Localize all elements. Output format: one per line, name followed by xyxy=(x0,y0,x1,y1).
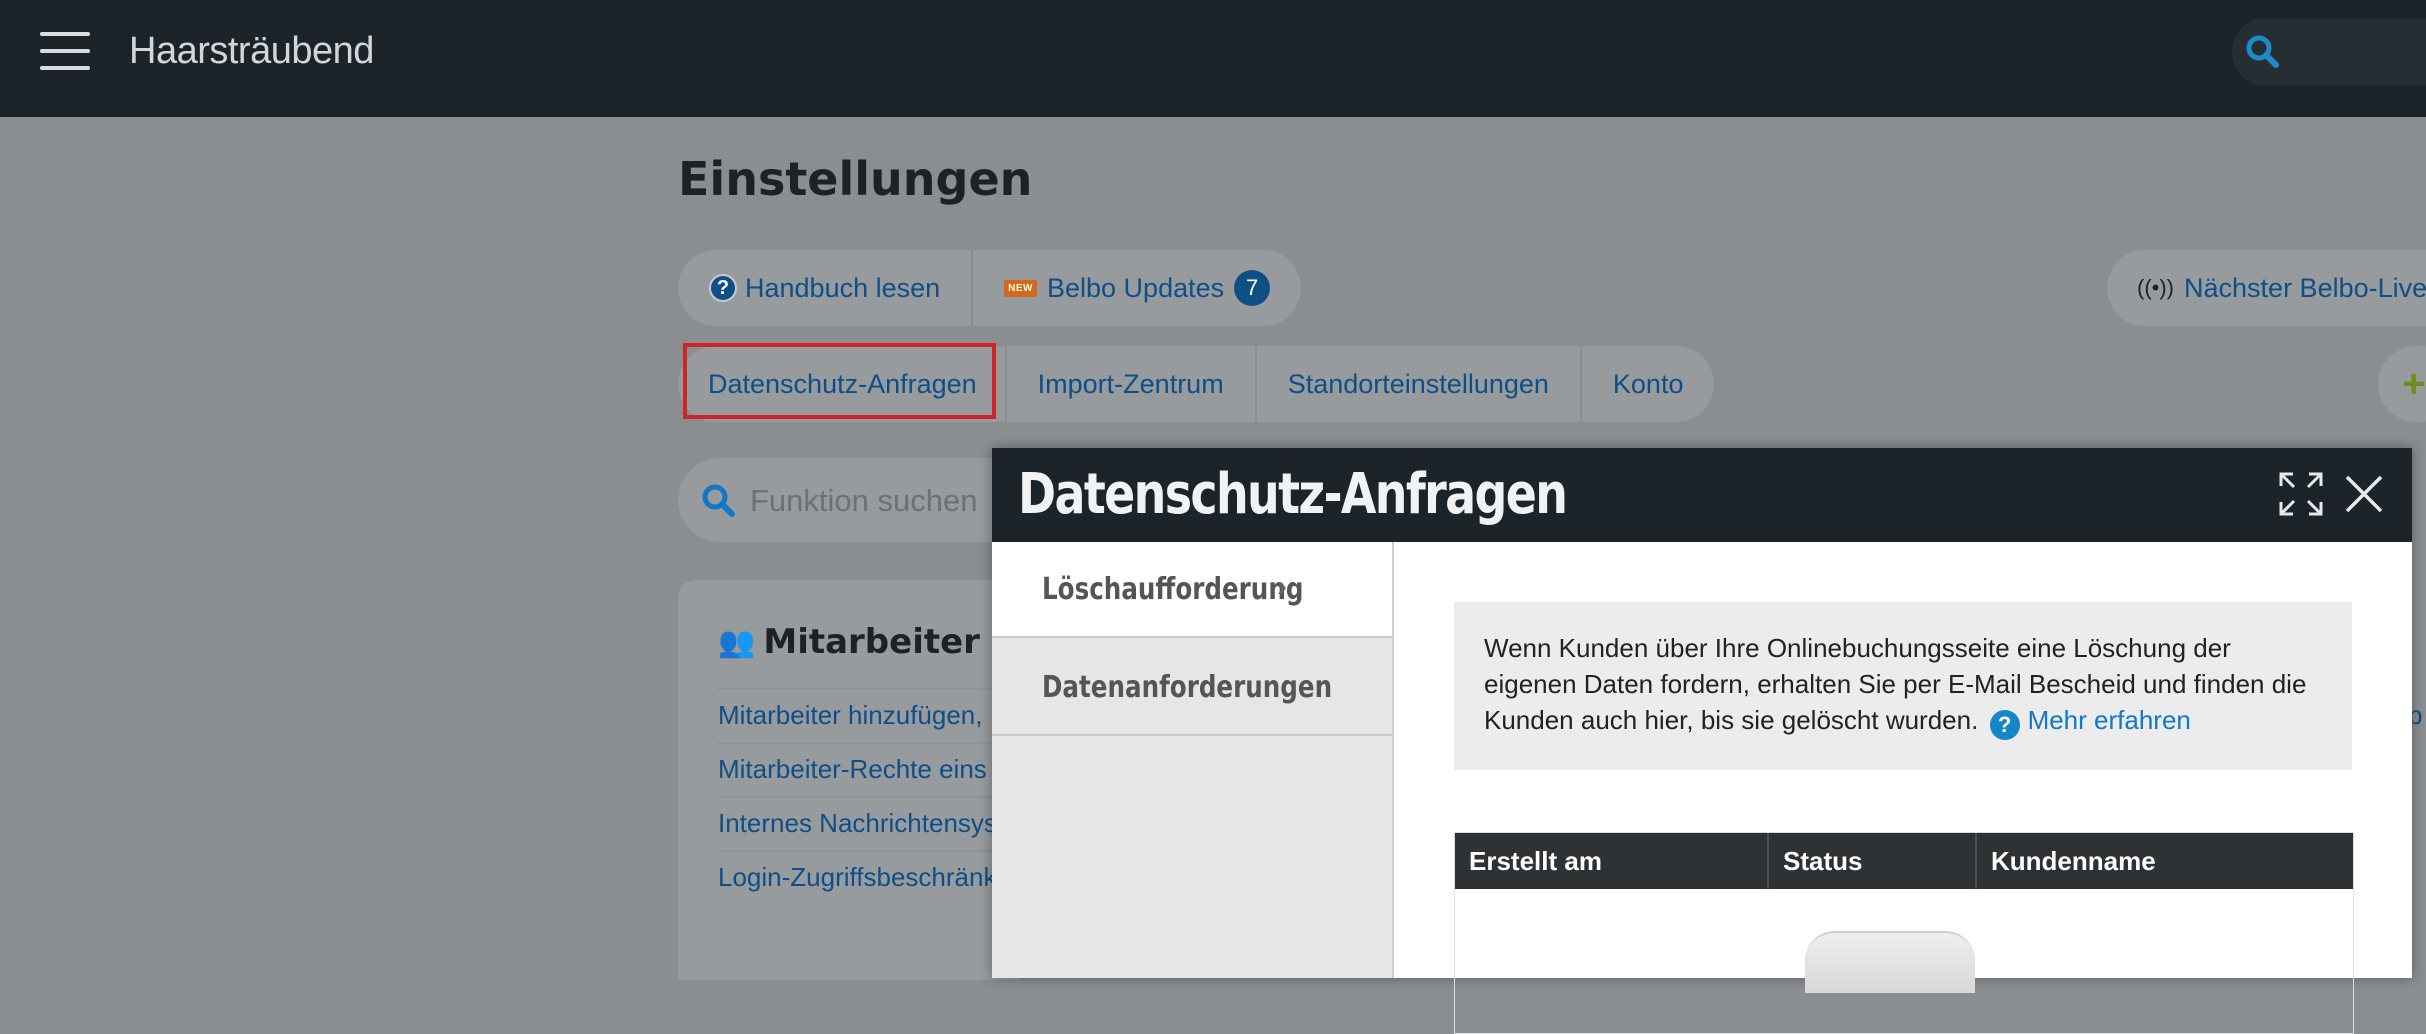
column-header-status[interactable]: Status xyxy=(1769,833,1977,889)
new-icon: NEW xyxy=(1004,279,1037,297)
staff-card-title-label: Mitarbeiter xyxy=(763,622,980,662)
staff-link[interactable]: Mitarbeiter hinzufügen, xyxy=(718,688,1018,731)
updates-link[interactable]: NEW Belbo Updates 7 xyxy=(973,250,1301,326)
function-search[interactable] xyxy=(678,458,1018,542)
close-icon[interactable] xyxy=(2340,470,2388,518)
settings-tabs: Datenschutz-Anfragen Import-Zentrum Stan… xyxy=(678,346,1715,422)
tab-datenschutz[interactable]: Datenschutz-Anfragen xyxy=(678,346,1007,422)
dialog-content: Wenn Kunden über Ihre Onlinebuchungsseit… xyxy=(1394,542,2412,1034)
manual-label: Handbuch lesen xyxy=(745,272,941,303)
help-bar: ? Handbuch lesen NEW Belbo Updates 7 xyxy=(678,250,1302,326)
staff-link[interactable]: Internes Nachrichtensys xyxy=(718,796,1018,839)
top-search-field[interactable] xyxy=(2232,18,2426,86)
sidebar-item-label: Datenanforderungen xyxy=(1042,670,1333,705)
dialog-header: Datenschutz-Anfragen xyxy=(992,448,2412,542)
column-header-created[interactable]: Erstellt am xyxy=(1455,833,1769,889)
app-name: Haarsträubend xyxy=(129,30,374,72)
tab-standort[interactable]: Standorteinstellungen xyxy=(1257,346,1582,422)
dialog-title: Datenschutz-Anfragen xyxy=(1018,462,1568,527)
question-icon: ? xyxy=(709,274,737,302)
table-header: Erstellt am Status Kundenname xyxy=(1455,833,2353,889)
privacy-requests-dialog: Datenschutz-Anfragen Löschaufforderung ›… xyxy=(992,448,2412,1034)
search-icon xyxy=(702,484,735,517)
search-icon xyxy=(2246,35,2279,68)
function-search-input[interactable] xyxy=(748,476,1012,526)
tab-import[interactable]: Import-Zentrum xyxy=(1007,346,1257,422)
live-link[interactable]: ((•)) Nächster Belbo-Lives xyxy=(2107,250,2426,326)
page-title: Einstellungen xyxy=(678,152,1033,206)
plus-icon: + xyxy=(2402,362,2426,406)
sidebar-item-label: Löschaufforderung xyxy=(1042,572,1304,607)
live-bar: ((•)) Nächster Belbo-Lives xyxy=(2107,250,2426,326)
staff-link[interactable]: Mitarbeiter-Rechte eins xyxy=(718,742,1018,785)
manual-link[interactable]: ? Handbuch lesen xyxy=(678,250,974,326)
help-icon[interactable]: ? xyxy=(1989,710,2020,740)
learn-more-link[interactable]: Mehr erfahren xyxy=(2028,705,2191,735)
updates-count-badge: 7 xyxy=(1234,270,1271,306)
staff-card: 👥 Mitarbeiter Mitarbeiter hinzufügen, Mi… xyxy=(678,580,1018,980)
tab-konto[interactable]: Konto xyxy=(1582,346,1715,422)
top-bar: Haarsträubend xyxy=(0,0,2426,117)
info-box: Wenn Kunden über Ihre Onlinebuchungsseit… xyxy=(1454,602,2352,770)
staff-link[interactable]: Login-Zugriffsbeschränk xyxy=(718,850,1018,893)
dialog-sidebar: Löschaufforderung › Datenanforderungen xyxy=(992,542,1394,978)
chevron-right-icon: › xyxy=(1277,570,1287,603)
broadcast-icon: ((•)) xyxy=(2137,275,2175,300)
expand-icon[interactable] xyxy=(2277,470,2325,518)
updates-label: Belbo Updates xyxy=(1047,272,1225,303)
live-label: Nächster Belbo-Lives xyxy=(2184,272,2426,303)
people-icon: 👥 xyxy=(718,624,756,660)
column-header-customer-name[interactable]: Kundenname xyxy=(1977,833,2353,889)
requests-table: Erstellt am Status Kundenname xyxy=(1454,832,2354,1034)
sidebar-item-deletion-requests[interactable]: Löschaufforderung › xyxy=(992,542,1392,638)
empty-state-illustration xyxy=(1805,931,1975,993)
add-button[interactable]: + xyxy=(2378,346,2426,422)
menu-icon[interactable] xyxy=(40,32,90,72)
sidebar-item-data-requests[interactable]: Datenanforderungen xyxy=(992,640,1392,736)
staff-card-title: 👥 Mitarbeiter xyxy=(718,622,980,662)
